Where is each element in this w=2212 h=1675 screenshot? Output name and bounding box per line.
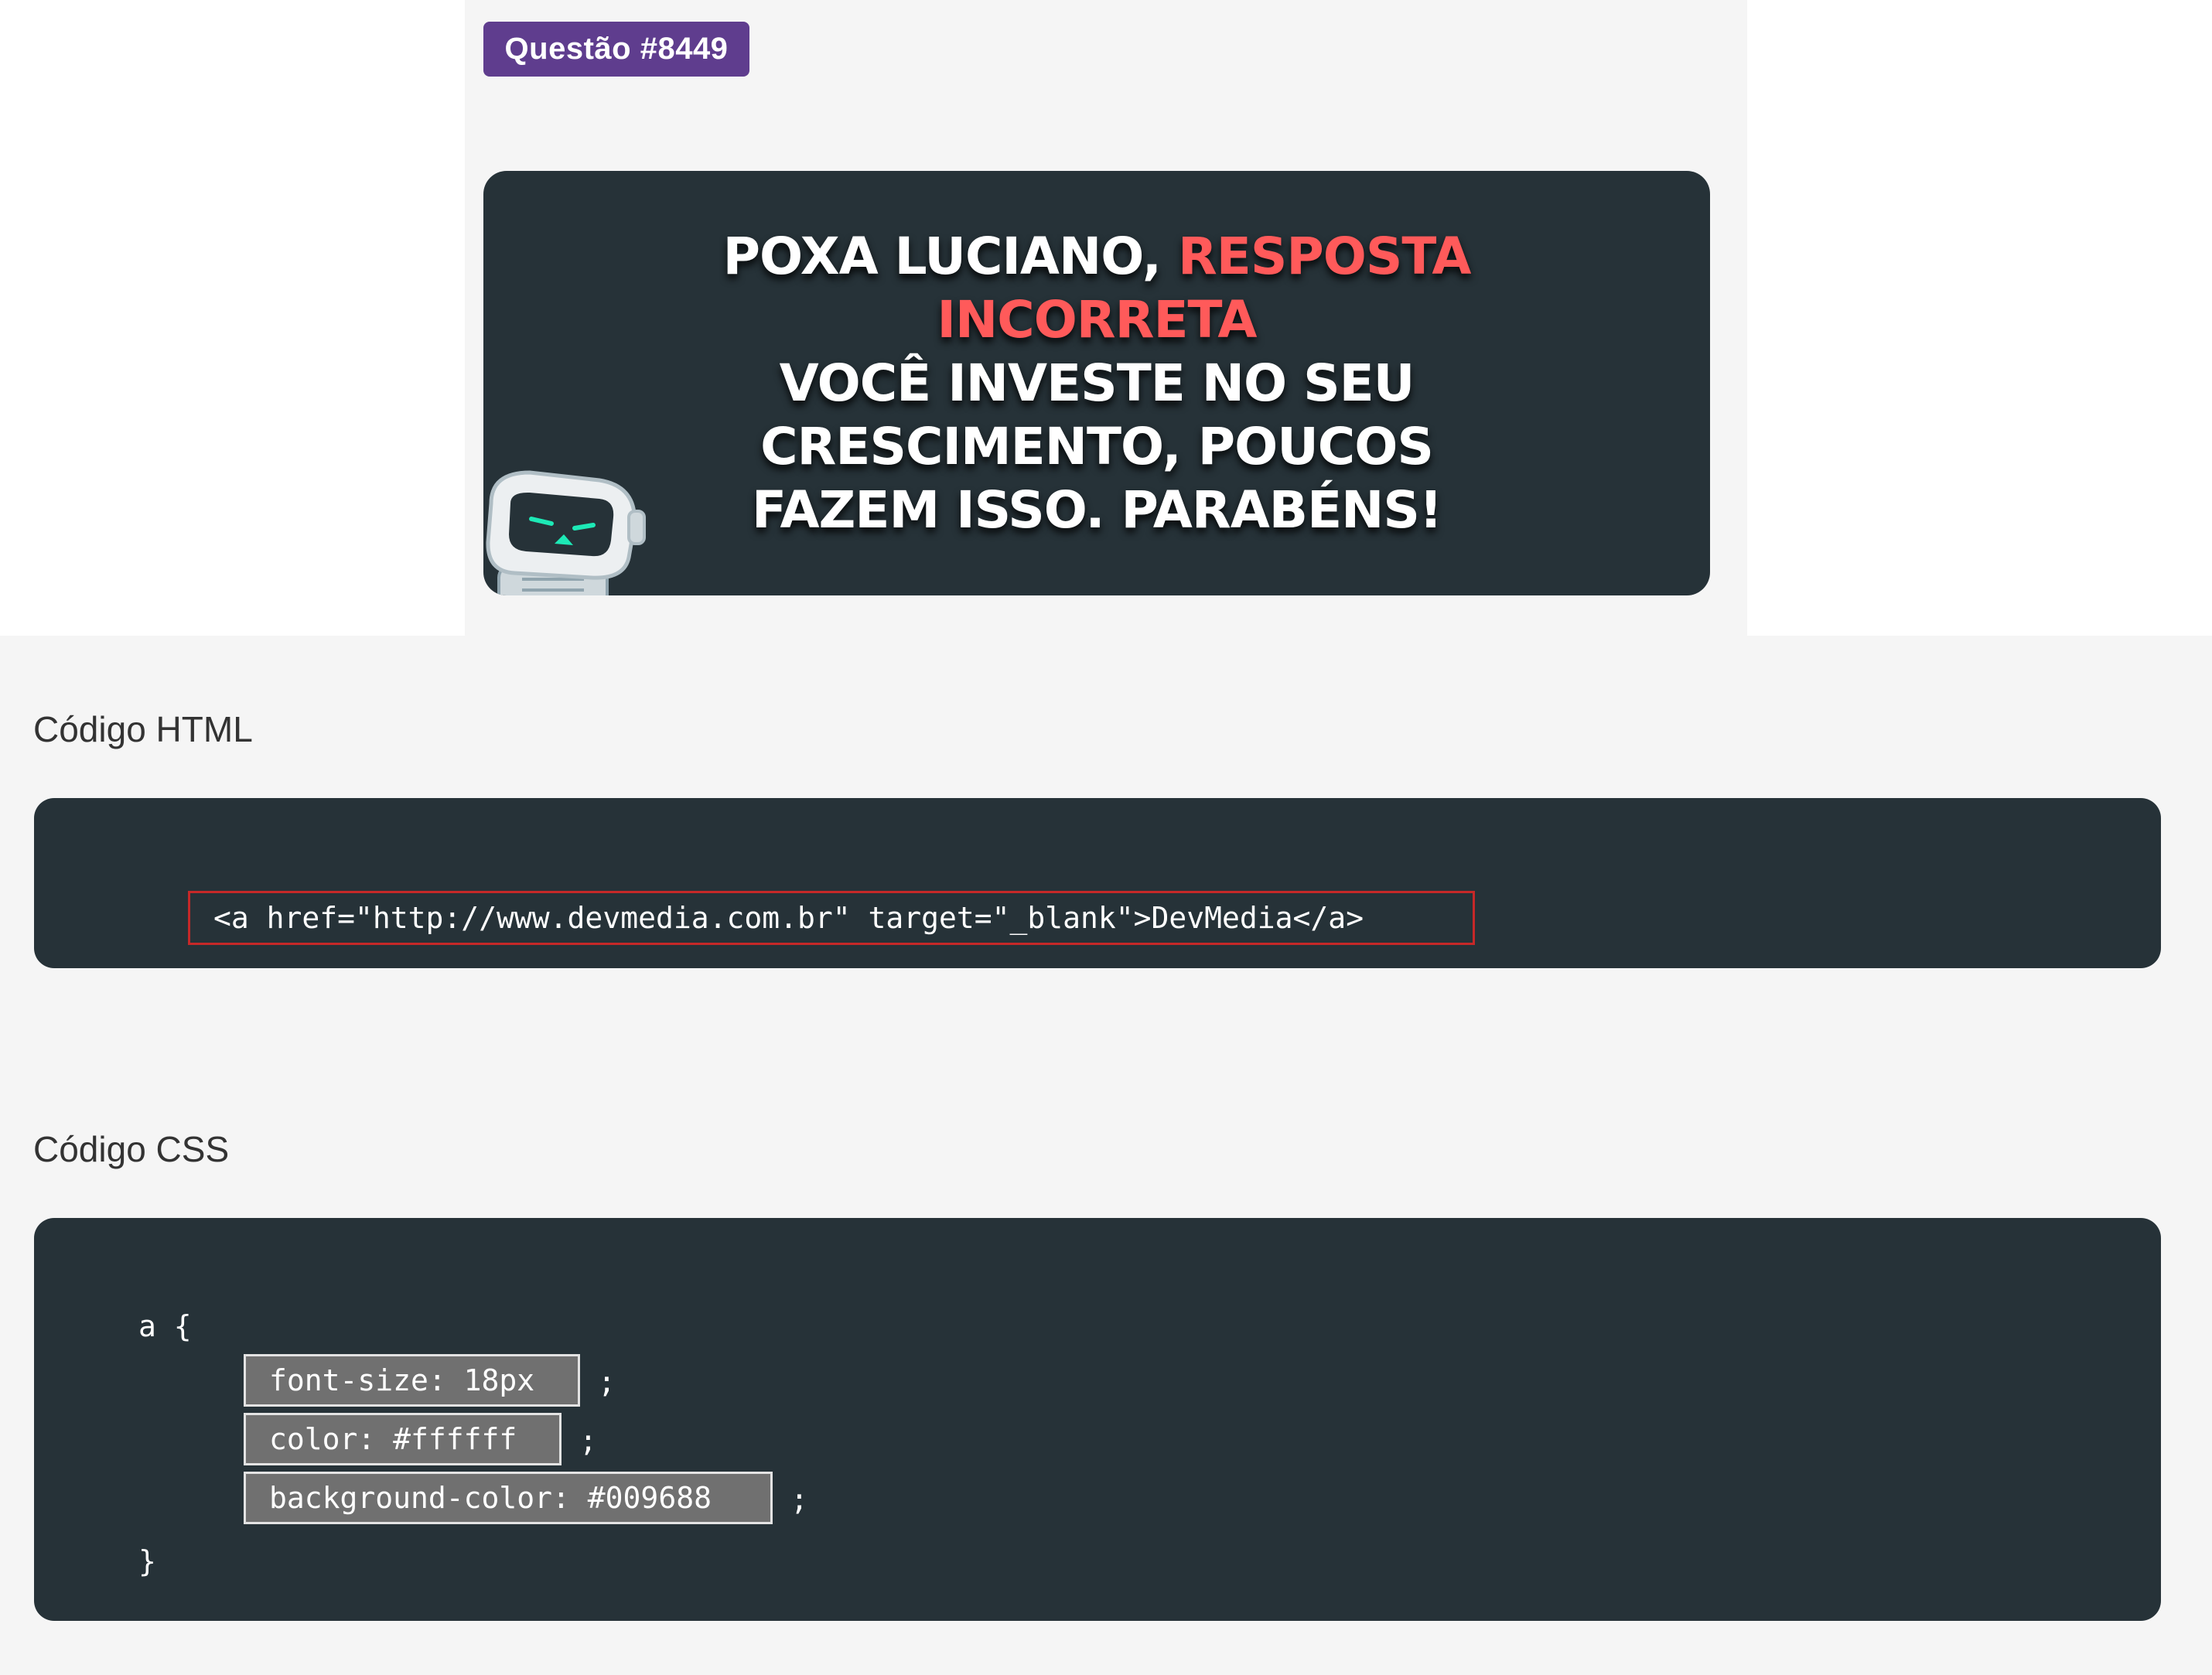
css-declaration-slot-3[interactable]: background-color: #009688: [244, 1472, 773, 1524]
css-code-label: Código CSS: [33, 1129, 230, 1169]
html-code-label: Código HTML: [33, 709, 253, 749]
question-number-badge: Questão #8449: [483, 22, 749, 77]
css-terminator-3: ;: [790, 1482, 808, 1516]
css-declaration-slot-1[interactable]: font-size: 18px: [244, 1354, 580, 1407]
feedback-line-1: POXA LUCIANO,: [722, 227, 1178, 286]
css-selector-open: a {: [138, 1309, 192, 1343]
feedback-result-word-2: INCORRETA: [937, 290, 1257, 350]
css-terminator-2: ;: [579, 1424, 597, 1458]
feedback-message: POXA LUCIANO, RESPOSTA INCORRETA VOCÊ IN…: [483, 225, 1710, 542]
code-area: Código HTML <a href="http://www.devmedia…: [0, 636, 2212, 1675]
feedback-line-4: CRESCIMENTO, POUCOS: [760, 417, 1434, 476]
feedback-result-word: RESPOSTA: [1177, 227, 1471, 286]
css-terminator-1: ;: [598, 1365, 616, 1399]
css-declaration-slot-2[interactable]: color: #ffffff: [244, 1413, 562, 1465]
css-selector-close: }: [138, 1544, 156, 1578]
css-code-panel: a { font-size: 18px ; color: #ffffff ; b…: [34, 1218, 2161, 1621]
feedback-line-3: VOCÊ INVESTE NO SEU: [779, 353, 1415, 413]
robot-mascot-icon: [486, 470, 646, 595]
feedback-banner: POXA LUCIANO, RESPOSTA INCORRETA VOCÊ IN…: [483, 171, 1710, 595]
html-code-line: <a href="http://www.devmedia.com.br" tar…: [188, 891, 1475, 945]
html-code-panel: <a href="http://www.devmedia.com.br" tar…: [34, 798, 2161, 968]
feedback-line-5: FAZEM ISSO. PARABÉNS!: [751, 480, 1442, 540]
